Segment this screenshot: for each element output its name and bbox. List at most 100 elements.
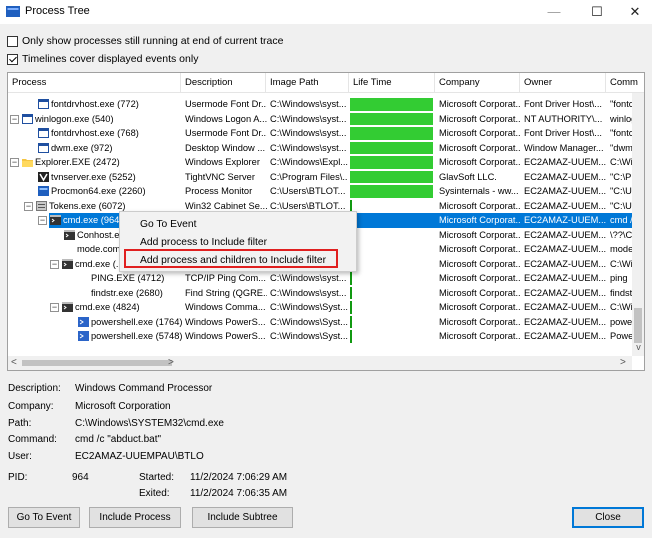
process-image-path: C:\Program Files\... (270, 171, 348, 182)
tree-collapse-toggle[interactable]: − (50, 303, 59, 312)
process-name: Explorer.EXE (2472) (35, 157, 120, 167)
process-description: TightVNC Server (185, 171, 255, 182)
lifetime-bar (350, 112, 433, 125)
process-image-path: C:\Windows\syst... (270, 287, 347, 298)
process-company: Microsoft Corporat... (439, 200, 521, 211)
process-owner: EC2AMAZ-UUEM... (524, 287, 606, 298)
horizontal-scroll-thumb[interactable] (22, 360, 172, 366)
include-subtree-button[interactable]: Include Subtree (192, 507, 293, 528)
table-row[interactable]: powershell.exe (5748) Windows PowerS... C:… (8, 329, 644, 344)
column-header-company[interactable]: Company (435, 73, 520, 93)
process-image-path: C:\Windows\syst... (270, 128, 347, 138)
timelines-cover-checkbox[interactable] (7, 53, 18, 65)
timelines-cover-option[interactable]: Timelines cover displayed events only (7, 52, 198, 66)
vertical-scroll-thumb[interactable] (634, 308, 642, 343)
console-icon (64, 229, 75, 240)
tree-collapse-toggle[interactable]: − (24, 201, 33, 211)
process-name: PING.EXE (4712) (91, 273, 165, 283)
table-row[interactable]: findstr.exe (2680) Find String (QGRE... C:… (8, 286, 644, 301)
process-description: Windows Explorer (185, 157, 260, 167)
menu-item-add-process-include[interactable]: Add process to Include filter (140, 237, 267, 248)
tree-collapse-toggle[interactable]: − (10, 158, 19, 167)
table-row[interactable]: − cmd.exe (4824) Windows Comma... C:\Window… (8, 300, 644, 315)
process-image-path: C:\Users\BTLOT... (270, 186, 346, 196)
table-row[interactable]: − Explorer.EXE (2472) Windows Explorer C:\W… (8, 155, 644, 170)
scroll-right-arrow[interactable]: > (620, 357, 626, 368)
table-row[interactable]: Procmon64.exe (2260) Process Monitor C:\Us… (8, 184, 644, 199)
process-description: Find String (QGRE... (185, 287, 267, 298)
process-owner: EC2AMAZ-UUEM... (524, 331, 606, 341)
lifetime-bar (350, 98, 433, 111)
tree-collapse-toggle[interactable]: − (10, 114, 19, 124)
column-header-command[interactable]: Comm (606, 73, 644, 93)
pid-value: 964 (72, 472, 89, 483)
process-owner: EC2AMAZ-UUEM... (524, 200, 606, 211)
table-row[interactable]: fontdrvhost.exe (768) Usermode Font Dr...… (8, 126, 644, 141)
process-image-path: C:\Windows\syst... (270, 273, 347, 283)
column-header-description[interactable]: Description (181, 73, 266, 93)
process-owner: EC2AMAZ-UUEM... (524, 171, 606, 182)
tree-collapse-toggle[interactable]: − (50, 259, 59, 269)
table-row[interactable]: dwm.exe (972) Desktop Window ... C:\Window… (8, 141, 644, 156)
process-name: findstr.exe (2680) (91, 287, 163, 298)
close-window-button[interactable]: ✕ (613, 0, 652, 24)
started-label: Started: (139, 472, 175, 483)
close-button[interactable]: Close (572, 507, 644, 528)
scroll-left-arrow[interactable]: < (11, 357, 17, 368)
process-company: Microsoft Corporat... (439, 244, 521, 254)
process-owner: EC2AMAZ-UUEM... (524, 302, 606, 312)
procmon-icon (38, 186, 49, 196)
minimize-button[interactable]: — (532, 0, 576, 24)
menu-item-go-to-event[interactable]: Go To Event (140, 219, 196, 230)
column-header-life-time[interactable]: Life Time (349, 73, 435, 93)
column-header-owner[interactable]: Owner (520, 73, 606, 93)
exited-label: Exited: (139, 488, 170, 499)
include-process-button[interactable]: Include Process (89, 507, 181, 528)
highlight-annotation-box (124, 249, 338, 268)
scroll-down-arrow[interactable]: v (634, 342, 643, 354)
process-name: powershell.exe (1764) (91, 316, 183, 327)
process-image-path: C:\Windows\Syst... (270, 302, 348, 312)
process-name: winlogon.exe (540) (35, 113, 114, 124)
pid-label: PID: (8, 472, 28, 483)
tree-collapse-toggle[interactable]: − (38, 216, 47, 225)
app-icon (38, 142, 49, 153)
command-label: Command: (8, 434, 57, 445)
process-description: Windows PowerS... (185, 331, 266, 341)
table-row[interactable]: PING.EXE (4712) TCP/IP Ping Com... C:\Wind… (8, 271, 644, 286)
lifetime-bar (350, 330, 352, 343)
table-row[interactable]: − winlogon.exe (540) Windows Logon A... C:\… (8, 112, 644, 127)
table-row[interactable]: powershell.exe (1764) Windows PowerS... C:… (8, 315, 644, 330)
process-company: Microsoft Corporat... (439, 258, 521, 269)
only-running-option[interactable]: Only show processes still running at end… (7, 34, 283, 48)
process-description: Windows Logon A... (185, 113, 267, 124)
console-icon (62, 258, 73, 269)
table-row[interactable]: tvnserver.exe (5252) TightVNC Server C:\Pr… (8, 170, 644, 185)
process-owner: EC2AMAZ-UUEM... (524, 316, 606, 327)
process-company: Sysinternals - ww... (439, 186, 519, 196)
cabinet-icon (36, 200, 47, 211)
process-description: Windows PowerS... (185, 316, 266, 327)
horizontal-scrollbar[interactable]: < > > (8, 356, 632, 370)
vertical-scrollbar[interactable]: v (632, 93, 644, 356)
only-running-checkbox[interactable] (7, 35, 18, 47)
table-row[interactable]: fontdrvhost.exe (772) Usermode Font Dr...… (8, 97, 644, 112)
process-description: Process Monitor (185, 186, 253, 196)
process-owner: EC2AMAZ-UUEM... (524, 273, 606, 283)
column-header-image-path[interactable]: Image Path (266, 73, 349, 93)
lifetime-bar (350, 286, 352, 299)
app-icon (22, 113, 33, 124)
go-to-event-button[interactable]: Go To Event (8, 507, 80, 528)
lifetime-bar (350, 315, 352, 328)
command-value: cmd /c "abduct.bat" (75, 434, 162, 445)
lifetime-bar (350, 141, 433, 154)
process-image-path: C:\Windows\Syst... (270, 331, 348, 341)
process-description: TCP/IP Ping Com... (185, 273, 266, 283)
process-description: Usermode Font Dr... (185, 128, 267, 138)
scroll-right-arrow-mid[interactable]: > (168, 357, 174, 368)
process-name: tvnserver.exe (5252) (51, 171, 136, 182)
company-value: Microsoft Corporation (75, 401, 171, 412)
process-company: Microsoft Corporat... (439, 142, 521, 153)
column-header-process[interactable]: Process (8, 73, 181, 93)
process-company: Microsoft Corporat... (439, 331, 521, 341)
